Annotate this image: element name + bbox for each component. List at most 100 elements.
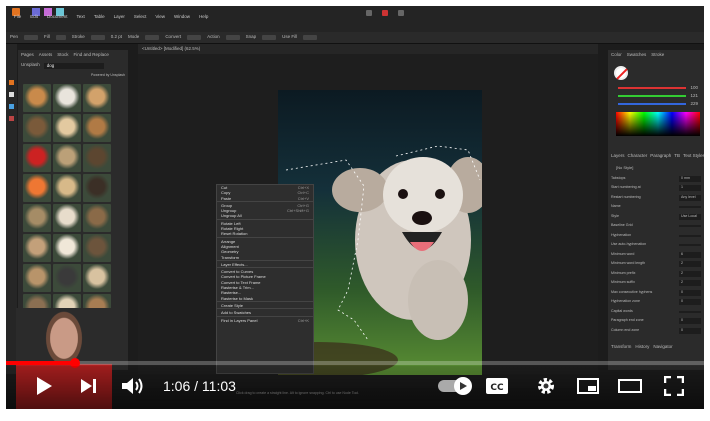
stock-image-thumb[interactable] <box>53 144 81 172</box>
stock-tab-assets[interactable]: Assets <box>39 52 53 58</box>
stock-tab-pages[interactable]: Pages <box>21 52 34 58</box>
toolbar-control[interactable] <box>55 35 66 40</box>
color-slider-row[interactable]: 229 <box>618 100 698 108</box>
color-panel-tabs[interactable]: Color Swatches Stroke <box>608 50 704 61</box>
paragraph-field-value[interactable]: Use Local <box>679 213 701 220</box>
stock-image-thumb[interactable] <box>83 84 111 112</box>
captions-button[interactable]: CC <box>484 374 510 398</box>
color-tool-icon[interactable] <box>9 116 14 121</box>
paragraph-field-value[interactable] <box>679 244 701 247</box>
color-slider-track[interactable] <box>618 87 687 89</box>
stock-image-thumb[interactable] <box>53 174 81 202</box>
theater-mode-button[interactable] <box>618 374 642 398</box>
pen-tool-icon[interactable] <box>9 80 14 85</box>
stock-tab-stock[interactable]: Stock <box>57 52 68 58</box>
menu-item-document[interactable]: Document <box>47 14 68 24</box>
menu-item-view[interactable]: View <box>155 14 165 24</box>
toolbar-control[interactable] <box>303 35 318 40</box>
menu-item-edit[interactable]: Edit <box>30 14 38 24</box>
paragraph-field-value[interactable]: 1 <box>679 185 701 192</box>
color-slider-row[interactable]: 100 <box>618 84 698 92</box>
paragraph-field-value[interactable]: 0 <box>679 289 701 296</box>
paragraph-field-value[interactable]: 2 <box>679 261 701 268</box>
paragraph-tab-paragraph[interactable]: Paragraph <box>650 153 671 159</box>
paragraph-tab-tb[interactable]: TB <box>674 153 680 159</box>
menu-item-file[interactable]: File <box>14 14 21 24</box>
menu-item-text[interactable]: Text <box>77 14 85 24</box>
color-spectrum[interactable] <box>616 112 700 136</box>
paragraph-field-value[interactable] <box>679 225 701 228</box>
paragraph-panel-tabs[interactable]: Layers Character Paragraph TB Text Styles <box>611 153 704 159</box>
menu-item-window[interactable]: Window <box>174 14 190 24</box>
menu-item-help[interactable]: Help <box>199 14 208 24</box>
stock-search-input[interactable]: dog <box>43 62 104 69</box>
canvas[interactable]: Cut Ctrl+X Copy Ctrl+C Paste Ctrl+V Group Ctrl+… <box>138 54 598 375</box>
fullscreen-button[interactable] <box>662 374 686 398</box>
fill-tool-icon[interactable] <box>9 104 14 109</box>
menu-item-table[interactable]: Table <box>94 14 105 24</box>
stock-image-thumb[interactable] <box>83 144 111 172</box>
next-button[interactable] <box>78 374 100 398</box>
paragraph-field-value[interactable]: 0 <box>679 327 701 334</box>
stock-image-thumb[interactable] <box>53 204 81 232</box>
stock-image-thumb[interactable] <box>23 84 51 112</box>
color-tab-color[interactable]: Color <box>611 52 622 58</box>
color-tab-swatches[interactable]: Swatches <box>627 52 647 58</box>
stock-image-thumb[interactable] <box>23 264 51 292</box>
paragraph-field-value[interactable]: Any level <box>679 194 701 201</box>
paragraph-field-value[interactable]: 2 <box>679 280 701 287</box>
play-button[interactable] <box>32 374 56 398</box>
bottom-tab-history[interactable]: History <box>635 344 649 350</box>
stock-image-thumb[interactable] <box>23 234 51 262</box>
progress-bar[interactable] <box>6 358 704 368</box>
paragraph-field-value[interactable]: 2 <box>679 270 701 277</box>
fill-swatch-icon[interactable] <box>614 66 628 80</box>
stock-image-thumb[interactable] <box>23 204 51 232</box>
autoplay-toggle[interactable] <box>436 374 472 398</box>
stroke-width-value[interactable]: 0.2 pt <box>111 35 122 40</box>
color-sliders[interactable]: 100 121 229 <box>618 84 698 108</box>
bottom-tab-navigator[interactable]: Navigator <box>653 344 672 350</box>
paragraph-field-value[interactable]: 0 mm <box>679 175 701 182</box>
color-tab-stroke[interactable]: Stroke <box>651 52 664 58</box>
paragraph-style-select[interactable]: [No Style] <box>616 166 633 170</box>
shape-tool-icon[interactable] <box>9 92 14 97</box>
stock-image-thumb[interactable] <box>83 114 111 142</box>
miniplayer-button[interactable] <box>576 374 600 398</box>
context-menu-item[interactable]: Find in Layers Panel Ctrl+K <box>217 318 313 323</box>
toolbar-control[interactable] <box>187 35 202 40</box>
paragraph-field-value[interactable]: 0 <box>679 299 701 306</box>
stock-image-thumb[interactable] <box>83 204 111 232</box>
stock-image-thumb[interactable] <box>23 114 51 142</box>
paragraph-tab-layers[interactable]: Layers <box>611 153 625 159</box>
menu-item-select[interactable]: Select <box>134 14 147 24</box>
stock-image-thumb[interactable] <box>23 144 51 172</box>
toolbar-control[interactable] <box>90 35 105 40</box>
paragraph-field-value[interactable] <box>679 206 701 209</box>
paragraph-tab-character[interactable]: Character <box>628 153 648 159</box>
transform-panel-tabs[interactable]: Transform History Navigator <box>611 344 673 350</box>
stock-tab-find-and-replace[interactable]: Find and Replace <box>74 52 109 58</box>
paragraph-field-value[interactable]: 6 <box>679 251 701 258</box>
stock-image-thumb[interactable] <box>83 174 111 202</box>
color-slider-track[interactable] <box>618 95 687 97</box>
stock-source-select[interactable]: Unsplash <box>21 62 40 70</box>
video-frame[interactable]: File Edit Document Text Table Layer Select View… <box>6 6 704 409</box>
document-tab[interactable]: <Untitled> [Modified] (62.5%) <box>142 46 200 52</box>
menu-item-layer[interactable]: Layer <box>114 14 125 24</box>
stock-image-thumb[interactable] <box>53 264 81 292</box>
toolbar-control[interactable] <box>225 35 240 40</box>
settings-button[interactable] <box>534 374 558 398</box>
paragraph-field-value[interactable]: 0 <box>679 318 701 325</box>
paragraph-field-value[interactable] <box>679 234 701 237</box>
stock-image-thumb[interactable] <box>83 264 111 292</box>
stock-image-thumb[interactable] <box>23 174 51 202</box>
toolbar-control[interactable] <box>262 35 277 40</box>
toolbar-control[interactable] <box>24 35 39 40</box>
stock-image-thumb[interactable] <box>53 234 81 262</box>
bottom-tab-transform[interactable]: Transform <box>611 344 631 350</box>
paragraph-field-value[interactable] <box>679 310 701 313</box>
mute-button[interactable] <box>120 374 146 398</box>
color-slider-track[interactable] <box>618 103 687 105</box>
color-slider-row[interactable]: 121 <box>618 92 698 100</box>
